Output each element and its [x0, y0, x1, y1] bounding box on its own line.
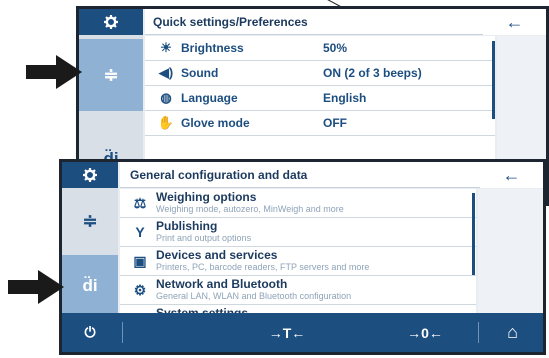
row-subtitle: Print and output options: [156, 233, 252, 243]
config-list: ⚖ Weighing options Weighing mode, autoze…: [120, 189, 476, 317]
network-icon: ⚙: [133, 281, 147, 298]
zero-button[interactable]: →0←: [380, 313, 470, 352]
row-subtitle: General LAN, WLAN and Bluetooth configur…: [156, 291, 352, 301]
sun-icon: ☀: [160, 40, 172, 55]
glove-mode-row[interactable]: ✋ Glove mode OFF: [145, 111, 495, 136]
footer-bar: ⏻ →T← →0← ⌂: [62, 313, 543, 352]
back-arrow-icon: ←: [505, 11, 524, 32]
row-label: Brightness: [181, 41, 244, 55]
row-label: Glove mode: [181, 116, 250, 130]
gear-icon: [83, 168, 97, 182]
row-value: ON (2 of 3 beeps): [323, 66, 422, 80]
row-title: Network and Bluetooth: [156, 277, 288, 291]
scrollbar[interactable]: [472, 193, 475, 275]
general-config-tab[interactable]: d̈i: [62, 255, 118, 317]
publishing-row[interactable]: Y Publishing Print and output options: [120, 218, 476, 247]
brightness-row[interactable]: ☀ Brightness 50%: [145, 36, 495, 61]
back-button[interactable]: ←: [483, 9, 546, 35]
header-title: Quick settings/Preferences: [153, 14, 308, 29]
right-panel: [478, 189, 543, 317]
language-row[interactable]: ◍ Language English: [145, 86, 495, 111]
tuning-icon: ≑: [103, 64, 119, 85]
gear-icon: [104, 15, 118, 29]
sliders-icon: d̈i: [82, 276, 98, 295]
speaker-icon: ◀): [158, 65, 174, 80]
power-button[interactable]: ⏻: [62, 313, 118, 352]
quick-settings-tab[interactable]: ≑: [62, 189, 118, 253]
page-title: Quick settings/Preferences: [145, 9, 483, 35]
zero-icon: →0←: [407, 324, 443, 341]
back-button[interactable]: ←: [480, 162, 543, 188]
scrollbar[interactable]: [492, 41, 495, 119]
tare-button[interactable]: →T←: [242, 313, 332, 352]
general-config-screen: ≑ d̈i General configuration and data ← ⚖…: [59, 159, 546, 355]
row-label: Language: [181, 91, 238, 105]
row-value: 50%: [323, 41, 348, 55]
scale-icon: ⚖: [133, 194, 147, 211]
tare-icon: →T←: [268, 324, 306, 341]
row-value: OFF: [323, 116, 347, 130]
divider: [478, 322, 479, 343]
row-title: Weighing options: [156, 190, 257, 204]
tuning-icon: ≑: [82, 210, 98, 231]
row-subtitle: Printers, PC, barcode readers, FTP serve…: [156, 262, 370, 272]
power-icon: ⏻: [84, 324, 96, 340]
divider: [122, 322, 123, 343]
glove-icon: ✋: [157, 115, 175, 130]
devices-icon: ▣: [133, 252, 147, 269]
back-arrow-icon: ←: [502, 164, 521, 185]
publish-icon: Y: [135, 224, 145, 240]
network-bluetooth-row[interactable]: ⚙ Network and Bluetooth General LAN, WLA…: [120, 276, 476, 305]
home-icon: ⌂: [507, 322, 518, 342]
row-subtitle: Weighing mode, autozero, MinWeigh and mo…: [156, 204, 344, 214]
row-title: Publishing: [156, 219, 218, 233]
weighing-options-row[interactable]: ⚖ Weighing options Weighing mode, autoze…: [120, 189, 476, 218]
quick-settings-tab[interactable]: ≑: [79, 39, 143, 111]
row-value: English: [323, 91, 367, 105]
devices-services-row[interactable]: ▣ Devices and services Printers, PC, bar…: [120, 247, 476, 276]
sound-row[interactable]: ◀) Sound ON (2 of 3 beeps): [145, 61, 495, 86]
row-title: Devices and services: [156, 248, 278, 262]
header-title: General configuration and data: [130, 167, 308, 182]
row-label: Sound: [181, 66, 219, 80]
sidebar: ≑ d̈i: [62, 162, 118, 317]
pointer-arrow-general-config: [8, 270, 64, 304]
settings-gear-tab[interactable]: [79, 9, 143, 35]
globe-icon: ◍: [160, 90, 172, 105]
page-title: General configuration and data: [120, 162, 480, 188]
settings-gear-tab[interactable]: [62, 162, 118, 188]
pointer-arrow-quick-settings: [26, 55, 82, 89]
home-button[interactable]: ⌂: [482, 313, 543, 352]
